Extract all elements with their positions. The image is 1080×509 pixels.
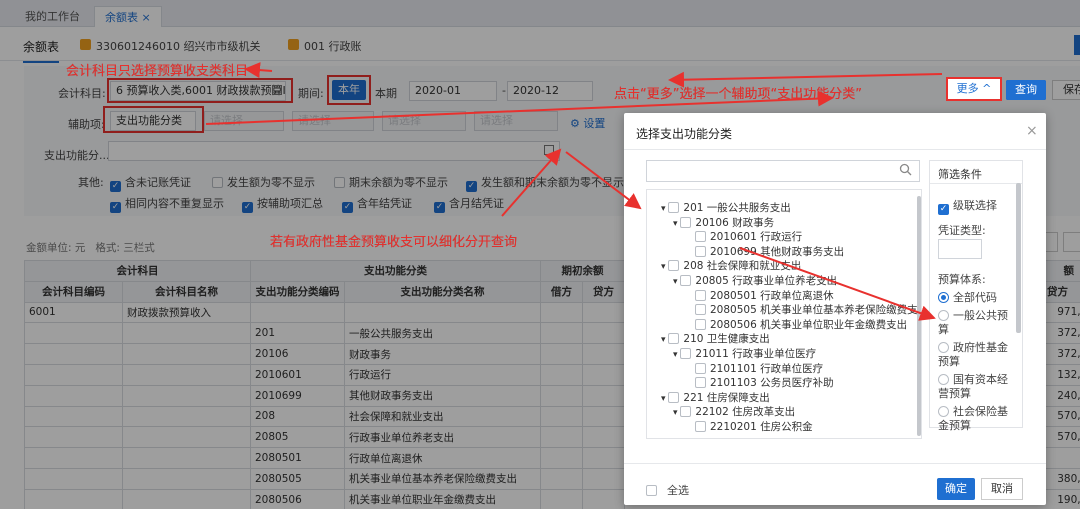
tree-node-label: 221 住房保障支出	[683, 391, 770, 404]
tree-node[interactable]: 2010601 行政运行	[695, 229, 802, 244]
radio-social-insurance[interactable]: 社会保险基金预算	[938, 405, 1010, 433]
tree-node-label: 22102 住房改革支出	[695, 406, 796, 419]
checkbox-icon[interactable]	[668, 202, 680, 213]
tree-node-label: 2010601 行政运行	[710, 231, 803, 244]
tree-node[interactable]: ▾ 21011 行政事业单位医疗	[673, 346, 816, 361]
checkbox-icon[interactable]	[680, 275, 692, 286]
tree-node[interactable]: 2010699 其他财政事务支出	[695, 244, 844, 259]
expand-arrow-icon[interactable]: ▾	[673, 350, 680, 360]
tree-node[interactable]: ▾ 210 卫生健康支出	[661, 331, 770, 346]
tree-node-label: 208 社会保障和就业支出	[683, 260, 802, 273]
annotation-account-top: 会计科目只选择预算收支类科目	[66, 64, 249, 79]
select-all-checkbox[interactable]: 全选	[646, 482, 689, 498]
checkbox-icon[interactable]	[695, 245, 706, 257]
tree-node-label: 2010699 其他财政事务支出	[710, 245, 845, 258]
checkbox-icon[interactable]	[680, 406, 692, 418]
checkbox-icon[interactable]	[695, 421, 706, 432]
tree-node[interactable]: 2080501 行政单位离退休	[695, 288, 834, 303]
checkbox-icon[interactable]	[668, 391, 680, 403]
dialog-divider	[624, 149, 1046, 150]
tree-node[interactable]: 2080506 机关事业单位职业年金缴费支出	[695, 317, 907, 332]
tree-node-label: 210 卫生健康支出	[683, 333, 770, 346]
voucher-type-label: 凭证类型:	[938, 224, 986, 237]
tree-node-label: 20805 行政事业单位养老支出	[695, 275, 838, 287]
checkbox-icon[interactable]	[695, 289, 706, 301]
filter-side-panel: 筛选条件 ✓ 级联选择 凭证类型: 预算体系: 全部代码 一般公共预算 政府性基金…	[929, 160, 1023, 432]
radio-icon	[938, 342, 949, 353]
checkbox-icon[interactable]	[695, 318, 706, 330]
close-icon[interactable]: ×	[1026, 123, 1038, 139]
filter-title: 筛选条件	[938, 168, 982, 181]
expand-arrow-icon[interactable]: ▾	[673, 277, 680, 287]
tree-node-label: 201 一般公共服务支出	[683, 202, 791, 214]
voucher-type-select[interactable]	[938, 239, 982, 259]
cancel-button[interactable]: 取消	[981, 478, 1023, 500]
tree-node-label: 2210201 住房公积金	[710, 421, 813, 433]
tree-node-label: 21011 行政事业单位医疗	[695, 348, 817, 360]
tree-node-label: 20106 财政事务	[695, 216, 775, 229]
tree-node-label: 2101103 公务员医疗补助	[710, 377, 834, 390]
tree-node[interactable]: ▾ 20805 行政事业单位养老支出	[673, 273, 837, 288]
checkbox-icon[interactable]	[695, 304, 706, 316]
annotation-more-top: 点击“更多”选择一个辅助项“支出功能分类”	[614, 87, 862, 102]
tree-node[interactable]: ▾ 22102 住房改革支出	[673, 404, 795, 419]
radio-icon	[938, 310, 949, 321]
tree-node[interactable]: ▾ 20106 财政事务	[673, 215, 774, 230]
tree-panel: ▾ 201 一般公共服务支出 ▾ 20106 财政事务 2010601 行政运行 20…	[646, 189, 922, 439]
tree-node-label: 2080506 机关事业单位职业年金缴费支出	[710, 318, 908, 331]
tree-node[interactable]: ▾ 208 社会保障和就业支出	[661, 258, 801, 273]
expand-arrow-icon[interactable]: ▾	[661, 335, 668, 345]
cascade-checkbox[interactable]: ✓ 级联选择	[938, 197, 997, 215]
more-button-highlight[interactable]: 更多 ^	[946, 77, 1002, 101]
tree-node-label: 2080501 行政单位离退休	[710, 289, 834, 302]
tree-node[interactable]: ▾ 201 一般公共服务支出	[661, 200, 791, 215]
radio-general[interactable]: 一般公共预算	[938, 309, 1010, 337]
ok-button[interactable]: 确定	[937, 478, 975, 500]
radio-icon	[938, 292, 949, 303]
tree-scrollbar[interactable]	[917, 196, 921, 436]
tree-node[interactable]: 2101103 公务员医疗补助	[695, 375, 834, 390]
expand-arrow-icon[interactable]: ▾	[673, 219, 680, 229]
footer-divider	[624, 463, 1046, 464]
expand-arrow-icon[interactable]: ▾	[661, 262, 668, 272]
radio-icon	[938, 374, 949, 385]
annotation-fund-top: 若有政府性基金预算收支可以细化分开查询	[270, 235, 518, 250]
dialog-title: 选择支出功能分类	[636, 127, 733, 141]
tree-node[interactable]: 2101101 行政单位医疗	[695, 361, 823, 376]
radio-fund[interactable]: 政府性基金预算	[938, 341, 1010, 369]
select-func-dialog: 选择支出功能分类 × ▾ 201 一般公共服务支出 ▾ 20106 财政事务 201…	[624, 113, 1046, 505]
tree-node-label: 2080505 机关事业单位基本养老保险缴费支出	[710, 304, 922, 317]
checkbox-icon: ✓	[938, 204, 949, 215]
radio-state-capital[interactable]: 国有资本经营预算	[938, 373, 1010, 401]
filter-divider	[930, 183, 1022, 184]
radio-icon	[938, 406, 949, 417]
filter-scrollbar[interactable]	[1016, 183, 1021, 333]
tree-node[interactable]: ▾ 221 住房保障支出	[661, 390, 770, 405]
radio-all[interactable]: 全部代码	[938, 289, 997, 305]
tree-node[interactable]: 2080505 机关事业单位基本养老保险缴费支出	[695, 302, 922, 317]
checkbox-icon[interactable]	[680, 348, 692, 359]
tree-search-input[interactable]	[646, 160, 920, 182]
checkbox-icon[interactable]	[680, 216, 692, 228]
search-icon[interactable]	[899, 163, 912, 176]
checkbox-icon[interactable]	[695, 377, 706, 389]
expand-arrow-icon[interactable]: ▾	[673, 408, 680, 418]
expand-arrow-icon[interactable]: ▾	[661, 204, 668, 214]
checkbox-icon[interactable]	[695, 231, 706, 243]
checkbox-icon[interactable]	[695, 362, 706, 374]
budget-system-label: 预算体系:	[938, 273, 986, 286]
checkbox-icon[interactable]	[668, 260, 680, 272]
checkbox-icon[interactable]	[668, 333, 680, 345]
query-button-highlight[interactable]: 查询	[1006, 80, 1046, 100]
tree-node[interactable]: 2210201 住房公积金	[695, 419, 813, 434]
checkbox-icon	[646, 485, 657, 496]
expand-arrow-icon[interactable]: ▾	[661, 394, 668, 404]
tree-node-label: 2101101 行政单位医疗	[710, 362, 824, 375]
